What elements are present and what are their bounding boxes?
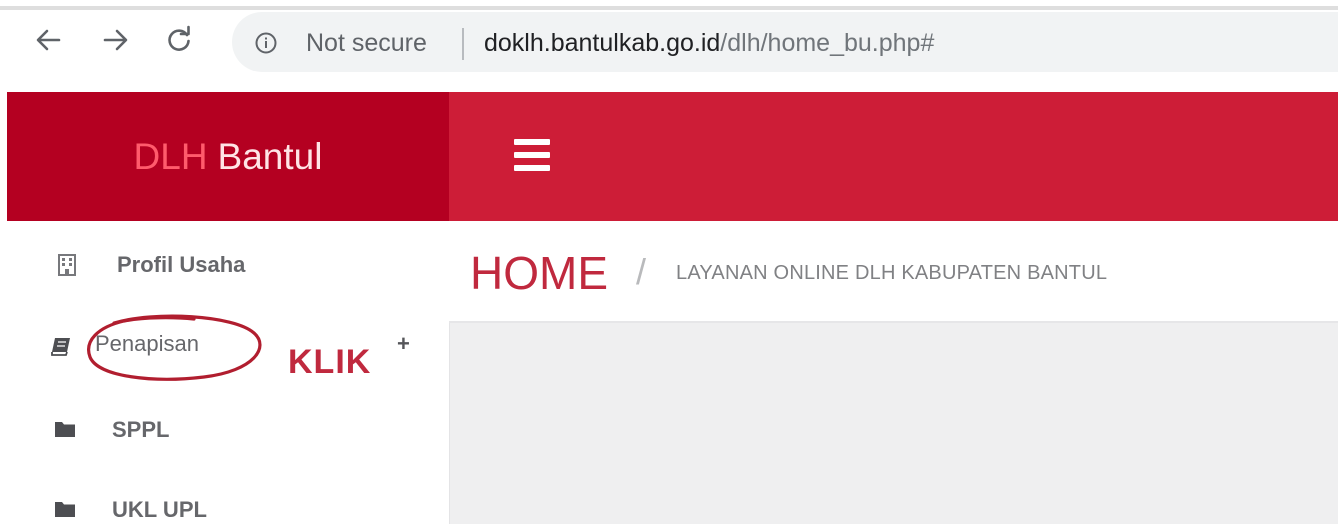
reload-icon xyxy=(168,25,190,51)
page-title[interactable]: HOME xyxy=(470,248,608,298)
reload-button[interactable] xyxy=(161,22,197,58)
brand-part2: Bantul xyxy=(217,135,323,177)
annotation-circle xyxy=(87,314,262,381)
sidebar-item-label: SPPL xyxy=(112,417,170,442)
address-separator xyxy=(462,28,464,60)
arrow-right-icon xyxy=(103,29,128,51)
back-button[interactable] xyxy=(30,22,66,58)
folder-icon xyxy=(55,502,75,517)
book-icon xyxy=(51,338,70,356)
hamburger-line xyxy=(514,152,550,158)
app-topbar xyxy=(449,92,1338,221)
building-icon xyxy=(58,254,76,276)
url-text[interactable]: doklh.bantulkab.go.id/dlh/home_bu.php# xyxy=(484,29,934,57)
security-status[interactable]: Not secure xyxy=(306,29,427,57)
breadcrumb-subtitle: LAYANAN ONLINE DLH KABUPATEN BANTUL xyxy=(676,262,1108,284)
sidebar-item-label: UKL UPL xyxy=(112,497,207,522)
hamburger-line xyxy=(514,139,550,145)
sidebar-item-label: Profil Usaha xyxy=(117,252,246,277)
brand-logo[interactable]: DLH Bantul xyxy=(7,92,449,221)
arrow-left-icon xyxy=(36,29,61,51)
info-icon[interactable] xyxy=(255,32,277,54)
forward-button[interactable] xyxy=(98,22,134,58)
expand-plus-icon[interactable]: + xyxy=(397,333,410,355)
folder-icon xyxy=(55,422,75,437)
url-path: /dlh/home_bu.php# xyxy=(720,29,935,57)
url-host: doklh.bantulkab.go.id xyxy=(484,29,721,57)
annotation-label: KLIK xyxy=(288,343,372,381)
breadcrumb-separator: / xyxy=(636,251,647,292)
menu-toggle-icon[interactable] xyxy=(514,139,550,171)
brand-part1: DLH xyxy=(133,135,208,177)
hamburger-line xyxy=(514,165,550,171)
